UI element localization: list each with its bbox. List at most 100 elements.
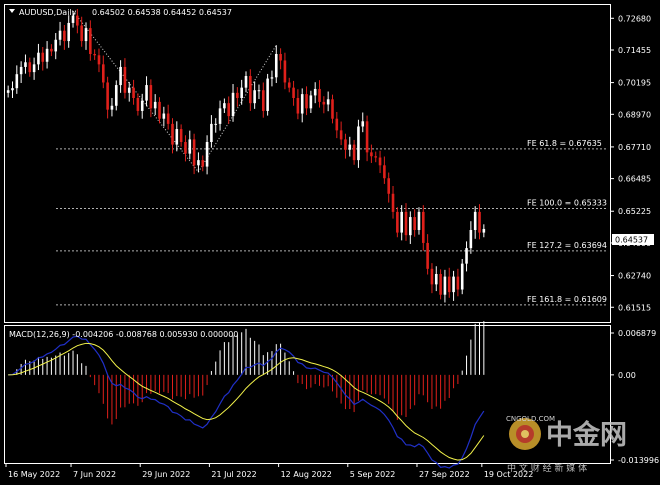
chart-canvas[interactable]: FE 61.8 = 0.67635 FE 100.0 = 0.65333 FE 12… xyxy=(0,0,660,485)
candle-body xyxy=(296,98,300,114)
candle-body xyxy=(361,121,365,127)
candle-body xyxy=(58,30,62,40)
candle-body xyxy=(287,82,291,88)
candle-body xyxy=(123,66,127,93)
candle-body xyxy=(439,274,442,295)
candle-body xyxy=(210,123,213,142)
candle-body xyxy=(15,74,19,89)
candle-body xyxy=(37,52,40,65)
candle-body xyxy=(158,101,161,119)
candle-body xyxy=(201,160,205,167)
current-price-label: 0.64537 xyxy=(615,236,648,245)
candle-body xyxy=(166,113,170,124)
candle-body xyxy=(374,156,378,158)
candle-body xyxy=(378,157,382,166)
macd-tick-label: 0.00 xyxy=(618,371,636,380)
candle-body xyxy=(426,242,429,269)
price-tick-label: 0.66485 xyxy=(618,175,651,184)
date-tick-label: 7 Jun 2022 xyxy=(73,470,116,479)
candle-body xyxy=(114,85,118,106)
candle-body xyxy=(67,22,71,42)
candle-body xyxy=(396,211,399,233)
candle-body xyxy=(6,90,10,93)
ohlc-values: 0.64502 0.64538 0.64452 0.64537 xyxy=(92,8,232,17)
candle-body xyxy=(45,48,49,62)
candle-body xyxy=(149,85,153,109)
price-tick-label: 0.65225 xyxy=(618,207,651,216)
candle-body xyxy=(80,25,83,42)
candle-body xyxy=(478,211,481,233)
macd-tick-label: 0.006879 xyxy=(618,329,656,338)
candle-body xyxy=(106,82,109,110)
date-tick-label: 16 May 2022 xyxy=(8,470,60,479)
candle-body xyxy=(266,78,269,111)
candle-body xyxy=(253,90,256,104)
candle-body xyxy=(326,99,330,105)
candle-body xyxy=(145,85,148,101)
candle-body xyxy=(344,139,347,150)
date-tick-label: 29 Jun 2022 xyxy=(142,470,190,479)
candle-body xyxy=(318,88,321,102)
candle-body xyxy=(84,28,88,42)
candle-body xyxy=(270,77,274,79)
candle-body xyxy=(227,103,231,117)
candle-body xyxy=(434,274,438,285)
candle-body xyxy=(365,121,369,153)
watermark: CNGOLD.COM 中金网 中 文 财 经 新 媒 体 xyxy=(506,415,627,474)
candle-body xyxy=(305,94,308,109)
candle-body xyxy=(283,60,287,83)
candle-body xyxy=(218,108,222,124)
candle-body xyxy=(50,48,53,52)
candle-body xyxy=(54,39,58,52)
candle-body xyxy=(452,276,455,293)
price-tick-label: 0.67710 xyxy=(618,143,651,152)
macd-tick-label: -0.013996 xyxy=(618,456,659,465)
candle-body xyxy=(469,230,473,249)
candle-body xyxy=(127,87,131,93)
candle-body xyxy=(19,66,23,75)
candle-body xyxy=(482,228,486,233)
candle-body xyxy=(309,95,313,109)
date-tick-label: 21 Jul 2022 xyxy=(211,470,256,479)
candle-body xyxy=(41,52,45,62)
candle-body xyxy=(387,178,391,194)
candle-body xyxy=(110,105,114,110)
candle-body xyxy=(447,276,451,293)
candle-body xyxy=(153,101,157,109)
price-tick-label: 0.61515 xyxy=(618,303,651,312)
price-tick-label: 0.70195 xyxy=(618,79,651,88)
candle-body xyxy=(460,263,464,290)
candle-body xyxy=(24,62,27,67)
candle-body xyxy=(192,139,196,166)
candle-body xyxy=(179,129,183,142)
candle-body xyxy=(240,87,243,98)
candle-body xyxy=(63,30,66,42)
candle-body xyxy=(274,54,278,78)
price-axis: 0.72680 0.71455 0.70195 0.68970 0.67710 0.664… xyxy=(610,14,651,312)
candle-body xyxy=(231,92,235,117)
candle-body xyxy=(257,90,261,92)
candle-body xyxy=(352,144,356,161)
candle-body xyxy=(93,54,96,56)
candle-body xyxy=(465,248,468,264)
candle-body xyxy=(404,211,408,236)
candle-body xyxy=(335,118,339,131)
candle-body xyxy=(171,123,174,145)
fibo-label: FE 161.8 = 0.61609 xyxy=(527,295,607,304)
symbol-menu-icon[interactable] xyxy=(9,9,15,13)
candle-body xyxy=(417,211,421,230)
watermark-sub: 中 文 财 经 新 媒 体 xyxy=(507,462,587,474)
candle-body xyxy=(184,142,187,154)
candle-body xyxy=(413,217,416,230)
watermark-brand: 中金网 xyxy=(546,419,627,451)
candle-body xyxy=(188,139,192,154)
candle-body xyxy=(197,160,200,166)
candle-body xyxy=(339,130,343,140)
candle-body xyxy=(249,76,252,104)
macd-title: MACD(12,26,9) -0.004206 -0.008768 0.0059… xyxy=(9,330,238,339)
date-tick-label: 27 Sep 2022 xyxy=(419,470,470,479)
candle-body xyxy=(101,64,105,83)
candle-body xyxy=(205,142,209,167)
candle-body xyxy=(136,98,140,111)
candle-body xyxy=(313,88,317,96)
